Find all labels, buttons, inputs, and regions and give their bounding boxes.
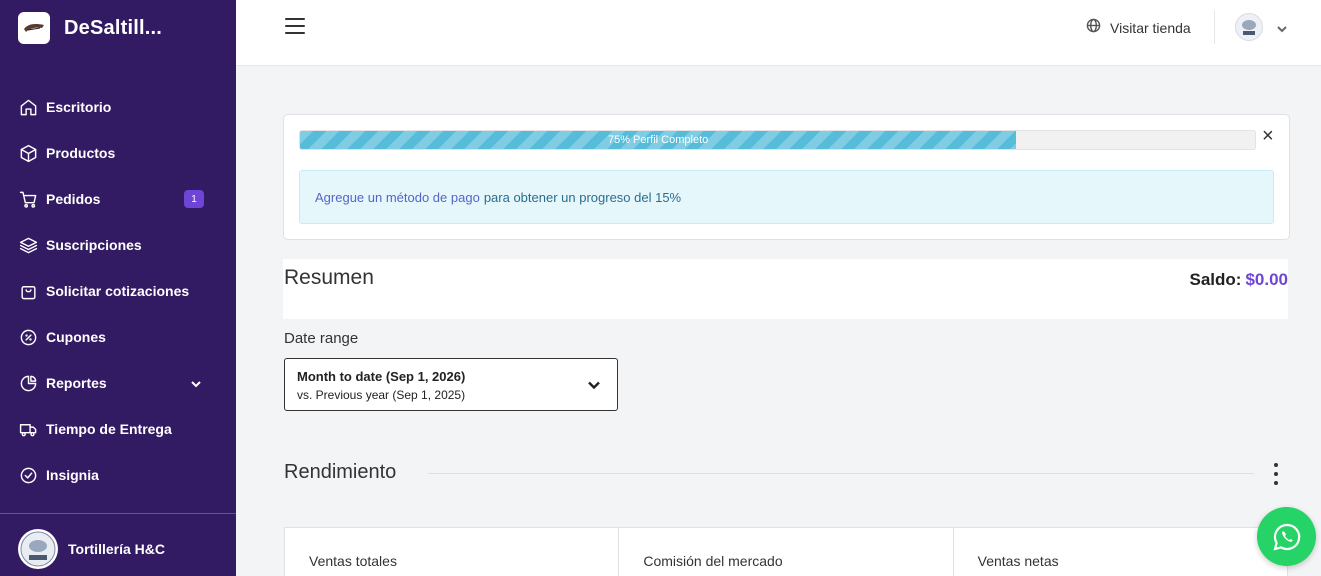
balance-label: Saldo: [1189,270,1242,289]
store-logo-icon [20,531,56,567]
chevron-down-icon[interactable] [190,377,202,395]
percent-icon [18,327,38,347]
kpi-row: Ventas totales Comisión del mercado Vent… [284,527,1288,576]
kpi-label: Ventas totales [309,553,397,569]
pie-chart-icon [18,373,38,393]
box-icon [18,143,38,163]
kpi-total-sales[interactable]: Ventas totales [285,528,620,576]
home-icon [18,97,38,117]
date-range-label: Date range [284,330,359,347]
brand[interactable]: DeSaltill... [18,12,162,44]
sidebar-item-label: Escritorio [46,99,112,115]
sidebar-item-label: Pedidos [46,191,101,207]
date-range-main: Month to date (Sep 1, 2026) [297,369,466,384]
profile-progress-fill: 75% Perfil Completo [300,131,1017,149]
sidebar-divider [0,513,236,514]
sidebar: DeSaltill... Escritorio Productos Pedido… [0,0,236,576]
cart-icon [18,189,38,209]
sidebar-item-reportes[interactable]: Reportes [0,360,236,406]
profile-progress-bar: 75% Perfil Completo [299,130,1256,150]
sidebar-item-solicitar-cotizaciones[interactable]: Solicitar cotizaciones [0,268,236,314]
layers-icon [18,235,38,255]
sidebar-item-tiempo-de-entrega[interactable]: Tiempo de Entrega [0,406,236,452]
sidebar-item-suscripciones[interactable]: Suscripciones [0,222,236,268]
sidebar-nav: Escritorio Productos Pedidos 1 Suscripci… [0,84,236,498]
date-range-select[interactable]: Month to date (Sep 1, 2026) vs. Previous… [284,358,618,411]
kpi-label: Comisión del mercado [643,553,783,569]
check-circle-icon [18,465,38,485]
sidebar-item-label: Tiempo de Entrega [46,421,172,437]
balance: Saldo: $0.00 [1190,270,1289,290]
brand-name: DeSaltill... [64,16,162,39]
globe-icon [1086,18,1101,38]
brand-logo-icon [24,24,44,32]
sidebar-item-label: Suscripciones [46,237,142,253]
add-payment-method-link[interactable]: Agregue un método de pago [315,190,480,205]
date-range-compare: vs. Previous year (Sep 1, 2025) [297,388,466,402]
menu-toggle-icon[interactable] [285,18,305,38]
sidebar-item-productos[interactable]: Productos [0,130,236,176]
store-profile[interactable]: Tortillería H&C [18,529,165,569]
close-icon[interactable]: × [1262,126,1274,146]
performance-divider [428,473,1254,474]
sidebar-item-insignia[interactable]: Insignia [0,452,236,498]
sidebar-item-label: Cupones [46,329,106,345]
progress-alert-text: para obtener un progreso del 15% [483,189,682,205]
sidebar-item-label: Reportes [46,375,107,391]
brand-logo [18,12,50,44]
progress-alert: Agregue un método de pago para obtener u… [299,170,1274,224]
store-avatar [18,529,58,569]
kpi-marketplace-commission[interactable]: Comisión del mercado [619,528,954,576]
chevron-down-icon [587,378,601,397]
orders-count-badge: 1 [184,190,204,208]
more-options-icon[interactable] [1270,463,1282,485]
sidebar-item-label: Solicitar cotizaciones [46,283,190,299]
whatsapp-icon [1272,523,1300,551]
user-avatar[interactable] [1235,13,1263,41]
store-name: Tortillería H&C [68,541,165,557]
balance-value: $0.00 [1245,270,1288,289]
visit-store-link[interactable]: Visitar tienda [1086,18,1191,38]
sidebar-item-escritorio[interactable]: Escritorio [0,84,236,130]
kpi-net-sales[interactable]: Ventas netas [954,528,1287,576]
kpi-label: Ventas netas [977,553,1059,569]
sidebar-item-label: Insignia [46,467,99,483]
sidebar-item-cupones[interactable]: Cupones [0,314,236,360]
profile-progress-label: 75% Perfil Completo [607,134,709,146]
performance-title: Rendimiento [284,461,397,483]
sidebar-item-pedidos[interactable]: Pedidos 1 [0,176,236,222]
summary-header: Resumen Saldo: $0.00 [283,259,1288,319]
topbar-divider [1214,10,1215,44]
shopping-bag-icon [18,281,38,301]
truck-icon [18,419,38,439]
whatsapp-button[interactable] [1257,507,1316,566]
profile-progress-card: 75% Perfil Completo × Agregue un método … [283,114,1290,240]
visit-store-label: Visitar tienda [1110,20,1191,36]
sidebar-item-label: Productos [46,145,116,161]
avatar-logo-icon [1242,20,1256,35]
chevron-down-icon[interactable] [1276,22,1288,40]
summary-title: Resumen [284,266,374,289]
topbar: Visitar tienda [236,0,1321,66]
